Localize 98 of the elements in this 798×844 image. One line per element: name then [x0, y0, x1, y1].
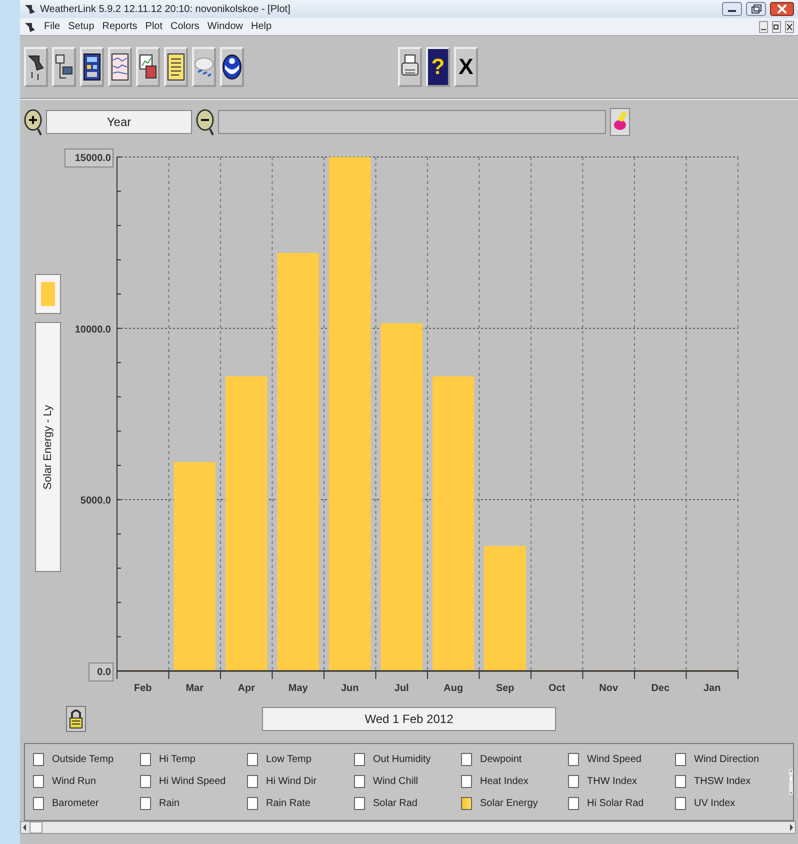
toolbar-button[interactable] — [220, 47, 244, 87]
checkbox[interactable] — [140, 796, 151, 810]
close-icon[interactable] — [770, 2, 794, 16]
checkbox[interactable] — [675, 774, 686, 788]
checkbox[interactable] — [247, 752, 258, 766]
paint-icon[interactable] — [610, 108, 630, 136]
checkbox-label: Hi Wind Dir — [266, 774, 317, 788]
x-tick-label: Aug — [444, 683, 464, 694]
print-button[interactable] — [398, 47, 422, 87]
date-button[interactable]: Wed 1 Feb 2012 — [262, 707, 556, 731]
zoom-in-icon[interactable] — [24, 108, 42, 136]
x-tick-label: Nov — [599, 683, 618, 694]
menu-item[interactable]: Colors — [170, 19, 200, 34]
checkbox-label: Low Temp — [266, 752, 312, 766]
checkbox[interactable] — [354, 774, 365, 788]
range-button[interactable]: Year — [46, 110, 192, 134]
x-tick-label: Oct — [548, 683, 566, 694]
checkbox-label: Rain — [159, 796, 180, 810]
y-tick-label: 15000.0 — [64, 148, 114, 168]
axis-label-button[interactable]: Solar Energy - Ly — [35, 322, 61, 572]
checkbox-label: THW Index — [587, 774, 638, 788]
toolbar-button[interactable] — [108, 47, 132, 87]
checkbox-label: Wind Chill — [373, 774, 418, 788]
checkbox[interactable] — [568, 774, 579, 788]
app-icon — [24, 20, 36, 32]
x-tick-label: Apr — [238, 683, 255, 694]
checkbox-label: Dewpoint — [480, 752, 522, 766]
exit-button[interactable]: X — [454, 47, 478, 87]
checkbox-label: Hi Solar Rad — [587, 796, 644, 810]
checkbox-label: UV Index — [694, 796, 736, 810]
checkbox[interactable] — [33, 752, 44, 766]
window-title: WeatherLink 5.9.2 12.11.12 20:10: novonikolskoe - [Plot] — [40, 2, 292, 16]
y-tick-label: 0.0 — [88, 662, 114, 682]
y-tick-label: 10000.0 — [74, 324, 111, 336]
horizontal-scrollbar[interactable] — [20, 821, 796, 834]
menu-item[interactable]: Setup — [68, 19, 94, 34]
checkbox-label: Solar Energy — [480, 796, 538, 810]
close-icon[interactable] — [785, 20, 794, 32]
checkbox[interactable] — [354, 796, 365, 810]
x-tick-label: Jul — [394, 683, 409, 694]
checkbox-label: Hi Wind Speed — [159, 774, 226, 788]
checkbox[interactable] — [568, 796, 579, 810]
checkbox-label: Wind Direction — [694, 752, 760, 766]
checkbox-label: Outside Temp — [52, 752, 114, 766]
menu-item[interactable]: Plot — [145, 19, 163, 34]
checkbox-label: Wind Run — [52, 774, 96, 788]
checkbox[interactable] — [140, 774, 151, 788]
checkbox[interactable] — [461, 752, 472, 766]
toolbar-button[interactable] — [136, 47, 160, 87]
checkbox[interactable] — [675, 796, 686, 810]
checkbox[interactable] — [675, 752, 686, 766]
menu-item[interactable]: File — [44, 19, 60, 34]
checkbox[interactable] — [33, 774, 44, 788]
checkbox-label: Out Humidity — [373, 752, 431, 766]
menu-item[interactable]: Help — [251, 19, 272, 34]
checkbox-label: Heat Index — [480, 774, 528, 788]
toolbar-button[interactable] — [80, 47, 104, 87]
app-icon — [24, 3, 36, 15]
checkbox[interactable] — [461, 796, 472, 810]
checkbox-label: Rain Rate — [266, 796, 310, 810]
y-tick-label: 15000.0 — [74, 153, 112, 164]
restore-icon[interactable] — [746, 2, 766, 16]
zoom-out-icon[interactable] — [196, 108, 214, 136]
bulletin-icon — [82, 52, 102, 82]
lock-icon[interactable] — [66, 706, 86, 732]
help-button[interactable]: ? — [426, 47, 450, 87]
x-tick-label: May — [288, 683, 308, 694]
x-tick-label: Feb — [134, 683, 152, 694]
x-tick-label: Jun — [340, 683, 359, 694]
menu-item[interactable]: Window — [207, 19, 243, 34]
notepad-icon — [166, 52, 186, 82]
x-tick-label: Dec — [651, 683, 670, 694]
toolbar-button[interactable] — [52, 47, 76, 87]
globe-icon — [222, 52, 242, 82]
toolbar-button[interactable] — [24, 47, 48, 87]
checkbox[interactable] — [354, 752, 365, 766]
minimize-icon[interactable] — [722, 2, 742, 16]
x-tick-label: Mar — [186, 683, 204, 694]
restore-icon[interactable] — [772, 20, 781, 32]
x-tick-label: Sep — [496, 683, 514, 694]
checkbox-label: Hi Temp — [159, 752, 196, 766]
toolbar-button[interactable] — [164, 47, 188, 87]
checkbox[interactable] — [568, 752, 579, 766]
checkbox-label: Barometer — [52, 796, 99, 810]
menu-item[interactable]: Reports — [102, 19, 138, 34]
checkbox[interactable] — [461, 774, 472, 788]
checkbox[interactable] — [247, 796, 258, 810]
checkbox-label: THSW Index — [694, 774, 751, 788]
x-tick-label: Jan — [704, 683, 721, 694]
strip-chart-icon — [110, 52, 130, 82]
checkbox[interactable] — [247, 774, 258, 788]
checkbox[interactable] — [140, 752, 151, 766]
checkbox-label: Wind Speed — [587, 752, 642, 766]
y-tick-label: 0.0 — [97, 667, 112, 678]
y-tick-label: 5000.0 — [80, 496, 111, 507]
minimize-icon[interactable] — [759, 20, 768, 32]
checkbox[interactable] — [33, 796, 44, 810]
checkbox-label: Solar Rad — [373, 796, 418, 810]
